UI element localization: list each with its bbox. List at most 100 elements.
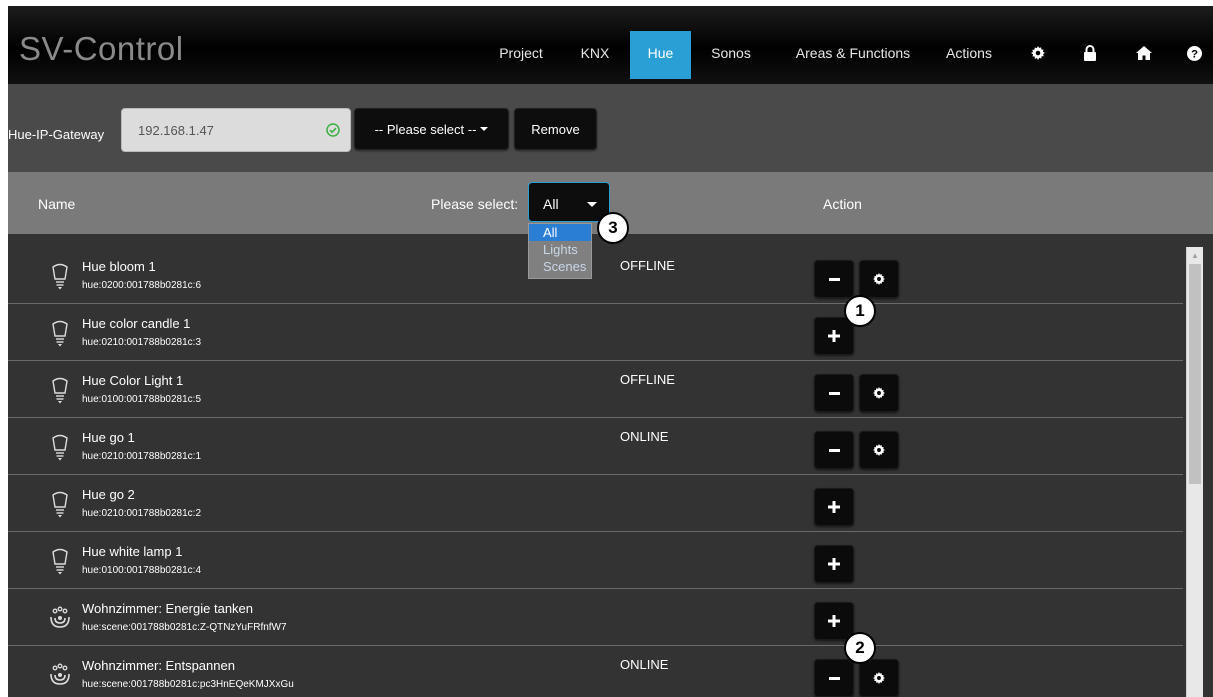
caret-down-icon (587, 202, 597, 207)
settings-button[interactable] (859, 431, 899, 469)
scene-icon (50, 606, 70, 628)
device-name: Hue go 2 (82, 487, 135, 502)
device-name: Hue go 1 (82, 430, 135, 445)
bulb-icon (52, 263, 68, 290)
filter-selected-value: All (543, 196, 559, 212)
minus-icon (828, 676, 840, 680)
bulb-icon (52, 320, 68, 347)
filter-option-scenes[interactable]: Scenes (529, 258, 591, 275)
plus-icon (828, 330, 840, 342)
device-name: Wohnzimmer: Entspannen (82, 658, 235, 673)
bulb-icon (52, 434, 68, 461)
nav-actions[interactable]: Actions (936, 31, 1002, 79)
table-row: Hue color candle 1 hue:0210:001788b0281c… (8, 304, 1183, 361)
check-circle-icon (326, 123, 340, 137)
minus-icon (828, 448, 840, 452)
app-brand: SV-Control (19, 30, 184, 67)
scrollbar-thumb[interactable] (1189, 264, 1201, 484)
filter-option-all[interactable]: All (529, 224, 591, 241)
filter-label: Please select: (431, 196, 519, 212)
table-row: Hue white lamp 1 hue:0100:001788b0281c:4 (8, 532, 1183, 589)
scene-icon (50, 663, 70, 685)
gateway-select-dropdown[interactable]: -- Please select -- (354, 108, 509, 150)
remove-button[interactable] (814, 659, 854, 697)
remove-button[interactable] (814, 374, 854, 412)
home-icon[interactable] (1129, 31, 1159, 75)
device-list: Hue bloom 1 hue:0200:001788b0281c:6 OFFL… (8, 247, 1183, 697)
callout-2: 2 (844, 632, 876, 664)
gateway-select-label: -- Please select -- (374, 121, 477, 137)
remove-gateway-button[interactable]: Remove (514, 108, 597, 150)
device-name: Hue Color Light 1 (82, 373, 184, 388)
plus-icon (828, 501, 840, 513)
gear-icon (873, 672, 885, 684)
bulb-icon (52, 377, 68, 404)
settings-button[interactable] (859, 659, 899, 697)
table-row: Hue Color Light 1 hue:0100:001788b0281c:… (8, 361, 1183, 418)
filter-select[interactable]: All (528, 182, 610, 222)
add-button[interactable] (814, 488, 854, 526)
plus-icon (828, 558, 840, 570)
add-button[interactable] (814, 317, 854, 355)
gateway-ip-field[interactable]: 192.168.1.47 (121, 108, 351, 152)
filter-dropdown-menu: All Lights Scenes (528, 223, 592, 279)
gear-icon (873, 444, 885, 456)
gear-icon[interactable] (1023, 31, 1053, 75)
svg-text:?: ? (1191, 48, 1198, 60)
device-name: Hue white lamp 1 (82, 544, 183, 559)
gateway-label: Hue-IP-Gateway (8, 127, 105, 142)
add-button[interactable] (814, 602, 854, 640)
callout-1: 1 (844, 295, 876, 327)
device-id: hue:0210:001788b0281c:3 (82, 337, 202, 348)
remove-button[interactable] (814, 260, 854, 298)
bulb-icon (52, 548, 68, 575)
table-row: Hue bloom 1 hue:0200:001788b0281c:6 OFFL… (8, 247, 1183, 304)
app-window: SV-Control Project KNX Hue Sonos Areas &… (8, 6, 1213, 697)
gear-icon (873, 387, 885, 399)
filter-option-lights[interactable]: Lights (529, 241, 591, 258)
table-row: Hue go 1 hue:0210:001788b0281c:1 ONLINE (8, 418, 1183, 475)
status-badge: OFFLINE (620, 372, 675, 387)
nav-areas-functions[interactable]: Areas & Functions (778, 31, 928, 79)
device-id: hue:0210:001788b0281c:1 (82, 451, 202, 462)
table-row: Wohnzimmer: Energie tanken hue:scene:001… (8, 589, 1183, 646)
settings-button[interactable] (859, 260, 899, 298)
device-id: hue:0210:001788b0281c:2 (82, 508, 202, 519)
top-navbar: SV-Control Project KNX Hue Sonos Areas &… (8, 6, 1213, 84)
device-id: hue:0200:001788b0281c:6 (82, 280, 202, 291)
gear-icon (873, 273, 885, 285)
column-header-name: Name (38, 196, 76, 212)
device-name: Hue color candle 1 (82, 316, 191, 331)
nav-hue[interactable]: Hue (630, 31, 691, 79)
help-icon[interactable]: ? (1179, 31, 1209, 75)
scroll-up-arrow-icon[interactable]: ▲ (1187, 247, 1203, 263)
device-id: hue:0100:001788b0281c:4 (82, 565, 202, 576)
device-name: Hue bloom 1 (82, 259, 156, 274)
callout-3: 3 (597, 212, 629, 244)
status-badge: OFFLINE (620, 258, 675, 273)
remove-button[interactable] (814, 431, 854, 469)
chevron-down-icon (480, 127, 489, 131)
column-header-action: Action (823, 196, 862, 212)
table-row: Hue go 2 hue:0210:001788b0281c:2 (8, 475, 1183, 532)
status-badge: ONLINE (620, 657, 669, 672)
minus-icon (828, 277, 840, 281)
vertical-scrollbar[interactable]: ▲ (1186, 247, 1203, 697)
device-id: hue:scene:001788b0281c:Z-QTNzYuFRfnfW7 (82, 622, 287, 633)
gateway-ip-value: 192.168.1.47 (138, 123, 214, 138)
status-badge: ONLINE (620, 429, 669, 444)
nav-project[interactable]: Project (485, 31, 557, 79)
table-row: Wohnzimmer: Entspannen hue:scene:001788b… (8, 646, 1183, 697)
lock-icon[interactable] (1075, 31, 1105, 75)
minus-icon (828, 391, 840, 395)
gateway-toolbar: Hue-IP-Gateway 192.168.1.47 -- Please se… (8, 84, 1213, 172)
plus-icon (828, 615, 840, 627)
settings-button[interactable] (859, 374, 899, 412)
device-name: Wohnzimmer: Energie tanken (82, 601, 254, 616)
device-id: hue:scene:001788b0281c:pc3HnEQeKMJXxGu (82, 679, 294, 690)
nav-knx[interactable]: KNX (571, 31, 619, 79)
nav-sonos[interactable]: Sonos (700, 31, 762, 79)
bulb-icon (52, 491, 68, 518)
add-button[interactable] (814, 545, 854, 583)
device-id: hue:0100:001788b0281c:5 (82, 394, 202, 405)
